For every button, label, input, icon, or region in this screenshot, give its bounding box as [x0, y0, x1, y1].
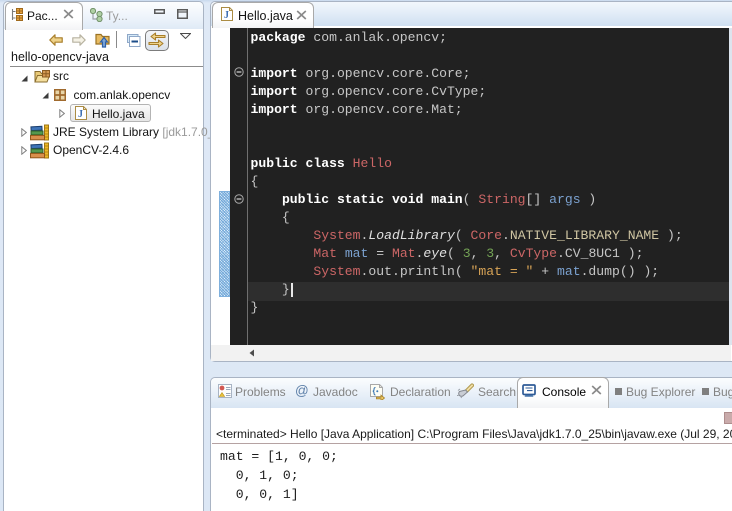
svg-text:J: J: [78, 109, 83, 120]
svg-text:J: J: [224, 10, 229, 21]
